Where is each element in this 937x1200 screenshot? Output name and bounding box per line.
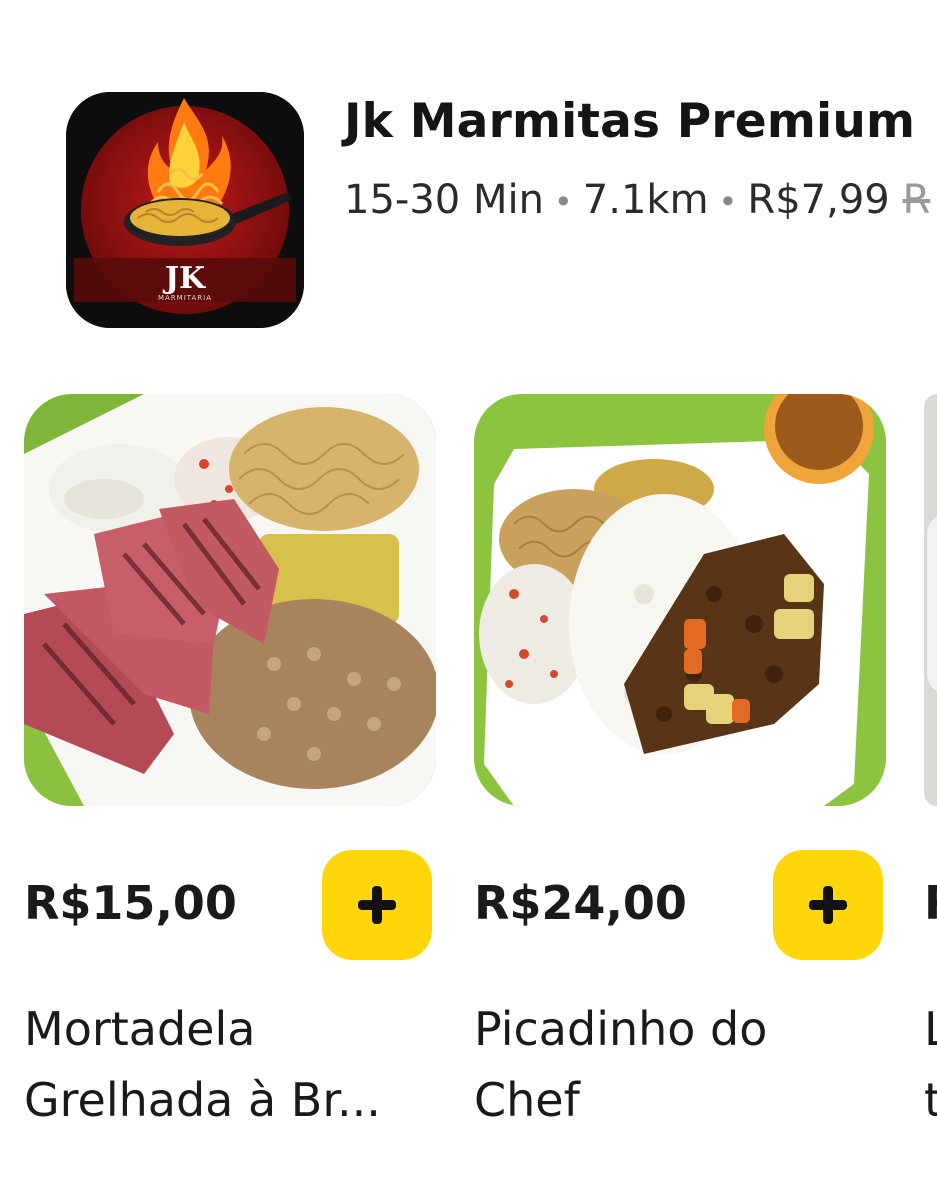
add-button[interactable] <box>322 850 432 960</box>
product-name-line: Grelhada à Br... <box>24 1073 381 1127</box>
product-price: R$15,00 <box>24 876 237 930</box>
logo-text: JK <box>162 261 206 296</box>
product-name-line: t <box>924 1073 937 1127</box>
product-price-partial: R <box>924 876 937 936</box>
plate-edge <box>927 514 937 694</box>
product-image[interactable] <box>474 394 886 806</box>
store-logo-icon: JK MARMITARIA <box>66 92 304 328</box>
product-image[interactable] <box>24 394 436 806</box>
plus-icon <box>809 886 847 924</box>
delivery-time: 15-30 Min <box>344 177 544 223</box>
delivery-fee-original: R <box>902 177 931 223</box>
food-photo-picadinho <box>474 394 886 806</box>
product-name-line: Chef <box>474 1073 580 1127</box>
product-name[interactable]: Picadinho do Chef <box>474 994 886 1136</box>
product-name-partial[interactable]: L t <box>924 994 937 1136</box>
product-name[interactable]: Mortadela Grelhada à Br... <box>24 994 436 1136</box>
store-logo[interactable]: JK MARMITARIA <box>66 92 304 328</box>
product-name-line: Mortadela <box>24 1002 256 1056</box>
logo-subtext: MARMITARIA <box>158 294 212 302</box>
product-price: R$24,00 <box>474 876 687 930</box>
separator-dot: • <box>718 183 738 221</box>
store-distance: 7.1km <box>582 177 709 223</box>
add-button[interactable] <box>773 850 883 960</box>
food-photo-mortadela <box>24 394 436 806</box>
delivery-fee: R$7,99 <box>747 177 890 223</box>
store-meta: 15-30 Min • 7.1km • R$7,99 R <box>344 177 937 229</box>
product-name-line: L <box>924 1002 937 1056</box>
store-name[interactable]: Jk Marmitas Premium <box>344 94 915 149</box>
product-name-line: Picadinho do <box>474 1002 768 1056</box>
separator-dot: • <box>553 183 573 221</box>
product-image-partial[interactable] <box>924 394 937 806</box>
plus-icon <box>358 886 396 924</box>
